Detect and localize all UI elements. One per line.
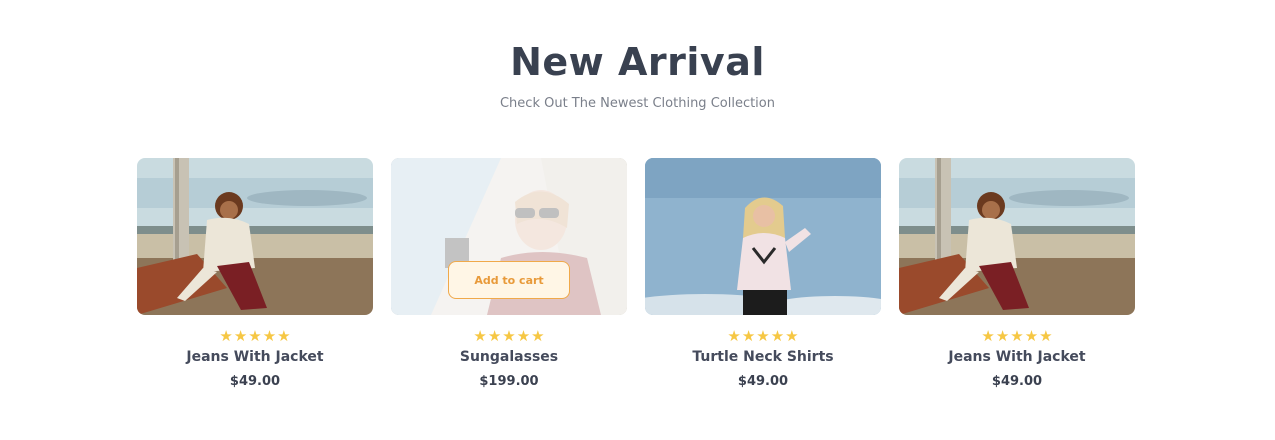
star-icon: ★	[1010, 327, 1024, 345]
star-icon: ★	[756, 327, 770, 345]
star-icon: ★	[262, 327, 277, 345]
star-icon: ★	[516, 327, 531, 345]
star-icon: ★	[473, 327, 487, 345]
star-icon: ★	[785, 327, 799, 345]
beach-photo	[137, 158, 373, 315]
star-icon: ★	[1039, 327, 1053, 345]
product-card[interactable]: ★ ★ ★ ★ ★ Turtle Neck Shirts $49.00	[645, 158, 881, 389]
star-icon: ★	[487, 327, 502, 345]
section-subtitle: Check Out The Newest Clothing Collection	[499, 96, 775, 111]
star-icon: ★	[995, 327, 1010, 345]
star-icon: ★	[502, 327, 516, 345]
section-title: New Arrival	[510, 40, 765, 84]
product-image[interactable]	[645, 158, 881, 315]
star-icon: ★	[1024, 327, 1039, 345]
product-price: $49.00	[737, 374, 789, 389]
product-price: $199.00	[479, 374, 539, 389]
product-card[interactable]: ★ ★ ★ ★ ★ Jeans With Jacket $49.00	[899, 158, 1135, 389]
star-icon: ★	[233, 327, 248, 345]
rating-stars: ★ ★ ★ ★ ★	[391, 328, 627, 344]
beach-photo	[899, 158, 1135, 315]
product-name[interactable]: Jeans With Jacket	[137, 349, 373, 365]
product-image[interactable]	[899, 158, 1135, 315]
rating-stars: ★ ★ ★ ★ ★	[899, 328, 1135, 344]
product-grid: ★ ★ ★ ★ ★ Jeans With Jacket $49.00 Add t…	[137, 158, 1135, 389]
add-to-cart-button[interactable]: Add to cart	[448, 261, 570, 299]
star-icon: ★	[727, 327, 741, 345]
product-card[interactable]: Add to cart ★ ★ ★ ★ ★ Sungalasses $199.00	[391, 158, 627, 389]
star-icon: ★	[277, 327, 291, 345]
product-name[interactable]: Turtle Neck Shirts	[645, 349, 881, 365]
star-icon: ★	[219, 327, 233, 345]
rating-stars: ★ ★ ★ ★ ★	[137, 328, 373, 344]
product-price: $49.00	[229, 374, 281, 389]
star-icon: ★	[531, 327, 545, 345]
new-arrival-section: New Arrival Check Out The Newest Clothin…	[0, 0, 1275, 440]
star-icon: ★	[741, 327, 756, 345]
star-icon: ★	[981, 327, 995, 345]
sky-photo	[645, 158, 881, 315]
product-name[interactable]: Jeans With Jacket	[899, 349, 1135, 365]
product-card[interactable]: ★ ★ ★ ★ ★ Jeans With Jacket $49.00	[137, 158, 373, 389]
star-icon: ★	[770, 327, 785, 345]
star-icon: ★	[248, 327, 262, 345]
product-image[interactable]: Add to cart	[391, 158, 627, 315]
product-image[interactable]	[137, 158, 373, 315]
rating-stars: ★ ★ ★ ★ ★	[645, 328, 881, 344]
product-price: $49.00	[991, 374, 1043, 389]
product-name[interactable]: Sungalasses	[391, 349, 627, 365]
